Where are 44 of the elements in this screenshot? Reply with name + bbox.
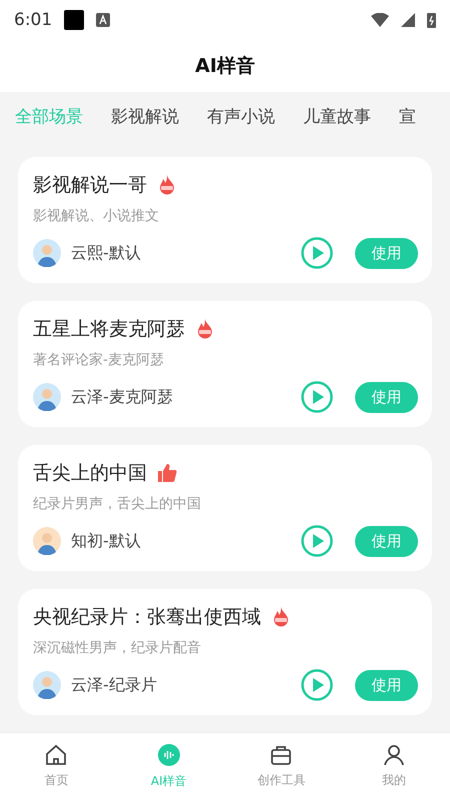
wifi-icon	[371, 13, 389, 27]
voice-title: 五星上将麦克阿瑟	[33, 317, 185, 342]
use-button[interactable]: 使用	[355, 670, 418, 700]
sound-wave-icon	[156, 743, 181, 767]
play-button[interactable]	[301, 237, 333, 269]
hot-badge-icon	[195, 318, 215, 340]
use-button[interactable]: 使用	[355, 382, 418, 412]
category-tab[interactable]: 影视解说	[111, 104, 179, 128]
play-button[interactable]	[301, 381, 333, 413]
speaker-name: 云泽-纪录片	[71, 674, 158, 696]
play-button[interactable]	[301, 525, 333, 557]
voice-description: 影视解说、小说推文	[33, 207, 160, 225]
thumbs-up-icon	[157, 463, 177, 483]
category-tab[interactable]: 宣	[399, 104, 416, 128]
play-button[interactable]	[301, 669, 333, 701]
speaker-name: 云泽-麦克阿瑟	[71, 386, 174, 408]
category-tab[interactable]: 儿童故事	[303, 104, 371, 128]
voice-description: 深沉磁性男声，纪录片配音	[33, 639, 202, 657]
nav-tab[interactable]: AI样音	[112, 733, 225, 800]
status-time: 6:01	[14, 10, 52, 30]
use-button[interactable]: 使用	[355, 238, 418, 268]
notification-icon	[64, 10, 84, 30]
speaker-name: 云熙-默认	[71, 242, 142, 264]
use-button[interactable]: 使用	[355, 526, 418, 556]
voice-title: 影视解说一哥	[33, 173, 147, 198]
category-tab[interactable]: 全部场景	[15, 104, 83, 128]
speaker-name: 知初-默认	[71, 530, 142, 552]
person-icon	[382, 744, 405, 766]
hot-badge-icon	[157, 174, 177, 196]
battery-icon	[427, 12, 436, 28]
nav-tab[interactable]: 我的	[338, 733, 450, 800]
toolbox-icon	[270, 744, 292, 766]
voice-description: 著名评论家-麦克阿瑟	[33, 351, 166, 369]
voice-description: 纪录片男声，舌尖上的中国	[33, 495, 202, 513]
category-tab[interactable]: 有声小说	[207, 104, 275, 128]
voice-title: 舌尖上的中国	[33, 461, 147, 486]
voice-title: 央视纪录片：张骞出使西域	[33, 605, 261, 630]
home-icon	[45, 744, 68, 766]
signal-icon	[401, 13, 415, 27]
page-title: AI样音	[195, 54, 255, 79]
nav-tab[interactable]: 首页	[0, 733, 112, 800]
notification-icon	[96, 13, 110, 27]
hot-badge-icon	[271, 606, 291, 628]
nav-tab[interactable]: 创作工具	[225, 733, 338, 800]
